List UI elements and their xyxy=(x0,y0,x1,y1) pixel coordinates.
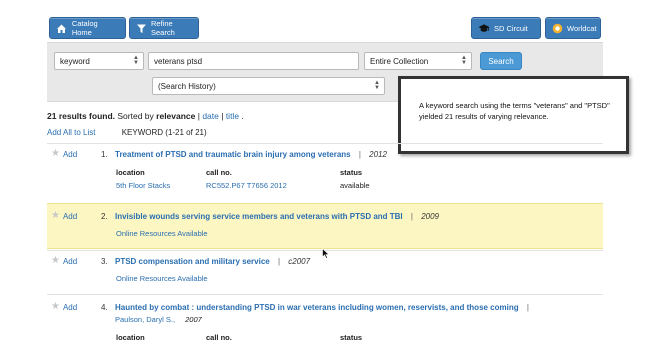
location-header: location xyxy=(116,333,145,342)
search-type-value: keyword xyxy=(60,56,90,66)
result-item-highlighted: ★ Add 2. Invisible wounds serving servic… xyxy=(47,203,603,249)
sd-circuit-button[interactable]: SD Circuit xyxy=(471,17,541,39)
result-number: 3. xyxy=(101,257,108,266)
separator: | xyxy=(410,212,413,221)
refine-search-label: Refine Search xyxy=(151,19,175,37)
separator: | xyxy=(526,303,529,312)
select-arrows-icon: ▲ ▼ xyxy=(374,80,380,91)
select-arrows-icon: ▲ ▼ xyxy=(461,55,467,66)
results-range: KEYWORD (1-21 of 21) xyxy=(121,128,207,137)
result-year: 2012 xyxy=(369,150,387,159)
search-history-value: (Search History) xyxy=(158,81,216,91)
results-subheader: Add All to List KEYWORD (1-21 of 21) xyxy=(47,128,207,137)
location-link[interactable]: 5th Floor Stacks xyxy=(116,181,170,190)
author-link[interactable]: Paulson, Daryl S., xyxy=(115,315,175,324)
filter-icon xyxy=(136,22,147,34)
call-no-link[interactable]: RC552.P67 T7656 2012 xyxy=(206,181,287,190)
star-icon: ★ xyxy=(51,301,60,312)
star-icon: ★ xyxy=(51,148,60,159)
worldcat-label: Worldcat xyxy=(567,23,597,33)
callout-text: A keyword search using the terms "vetera… xyxy=(419,101,610,121)
result-title-link[interactable]: Invisible wounds serving service members… xyxy=(115,212,403,221)
catalog-home-button[interactable]: Catalog Home xyxy=(49,17,126,39)
globe-icon xyxy=(552,22,563,34)
scope-select[interactable]: Entire Collection ▲ ▼ xyxy=(364,52,472,70)
add-to-list[interactable]: ★ Add xyxy=(51,211,77,221)
location-header: location xyxy=(116,168,145,177)
online-resources-link[interactable]: Online Resources Available xyxy=(116,229,208,238)
search-input[interactable]: veterans ptsd xyxy=(148,52,359,70)
result-item: ★ Add 4. Haunted by combat : understandi… xyxy=(47,297,603,344)
status-value: available xyxy=(340,181,370,190)
result-year: c2007 xyxy=(288,257,311,266)
sort-relevance: relevance xyxy=(156,111,196,121)
home-icon xyxy=(56,22,68,34)
add-label: Add xyxy=(62,149,78,159)
add-label: Add xyxy=(62,256,78,266)
add-to-list[interactable]: ★ Add xyxy=(51,302,77,312)
add-all-to-list-link[interactable]: Add All to List xyxy=(47,128,95,137)
result-number: 1. xyxy=(101,150,108,159)
search-type-select[interactable]: keyword ▲ ▼ xyxy=(54,52,144,70)
separator: | xyxy=(358,150,361,159)
result-title-link[interactable]: PTSD compensation and military service xyxy=(115,257,270,266)
call-no-header: call no. xyxy=(206,333,232,342)
call-no-header: call no. xyxy=(206,168,232,177)
results-count: 21 results found. xyxy=(47,111,116,121)
add-to-list[interactable]: ★ Add xyxy=(51,256,77,266)
search-button-label: Search xyxy=(488,56,514,66)
add-to-list[interactable]: ★ Add xyxy=(51,149,77,159)
star-icon: ★ xyxy=(51,210,60,221)
search-input-value: veterans ptsd xyxy=(154,56,203,66)
worldcat-button[interactable]: Worldcat xyxy=(545,17,601,39)
result-title-link[interactable]: Haunted by combat : understanding PTSD i… xyxy=(115,303,519,312)
sort-date-link[interactable]: date xyxy=(202,111,219,121)
result-year: 2007 xyxy=(185,315,202,324)
scope-value: Entire Collection xyxy=(370,56,429,66)
result-item: ★ Add 1. Treatment of PTSD and traumatic… xyxy=(47,146,603,201)
results-summary: 21 results found. Sorted by relevance | … xyxy=(47,111,244,121)
sorted-by-label: Sorted by xyxy=(117,111,154,121)
catalog-home-label: Catalog Home xyxy=(71,19,98,37)
search-button[interactable]: Search xyxy=(480,52,522,70)
divider xyxy=(47,294,603,295)
add-label: Add xyxy=(62,211,78,221)
mouse-cursor-icon xyxy=(322,248,330,259)
divider xyxy=(47,143,603,144)
separator: | xyxy=(277,257,281,266)
status-header: status xyxy=(340,333,363,342)
sd-circuit-label: SD Circuit xyxy=(494,23,528,33)
result-author-line: Paulson, Daryl S., 2007 xyxy=(115,315,202,324)
search-history-select[interactable]: (Search History) ▲ ▼ xyxy=(152,77,385,95)
result-number: 2. xyxy=(101,212,108,221)
sort-title-link[interactable]: title xyxy=(226,111,239,121)
online-resources-link[interactable]: Online Resources Available xyxy=(116,274,208,283)
status-header: status xyxy=(340,168,363,177)
result-year: 2009 xyxy=(421,212,439,221)
top-toolbar: Catalog Home Refine Search SD Circuit Wo… xyxy=(0,0,650,42)
result-number: 4. xyxy=(101,303,108,312)
result-title-link[interactable]: Treatment of PTSD and traumatic brain in… xyxy=(115,150,351,159)
add-label: Add xyxy=(62,302,78,312)
refine-search-button[interactable]: Refine Search xyxy=(129,17,199,39)
star-icon: ★ xyxy=(51,255,60,266)
select-arrows-icon: ▲ ▼ xyxy=(133,55,139,66)
graduation-cap-icon xyxy=(478,22,490,34)
